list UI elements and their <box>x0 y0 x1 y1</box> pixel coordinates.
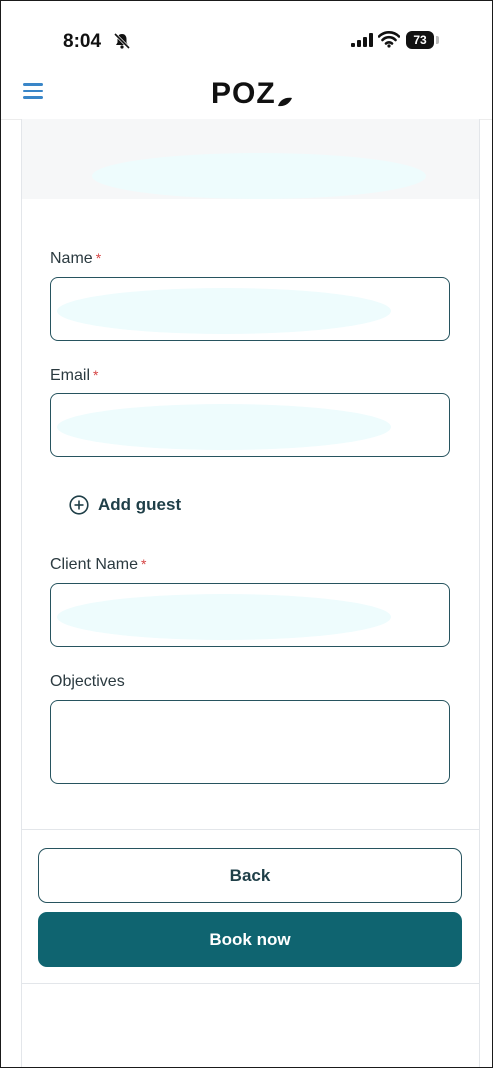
status-bar: 8:04 73 <box>1 1 492 63</box>
status-time: 8:04 <box>63 31 102 52</box>
battery-icon: 73 <box>406 31 440 49</box>
leaf-icon <box>277 97 292 107</box>
client-name-input[interactable] <box>50 583 450 647</box>
add-guest-label: Add guest <box>98 495 182 514</box>
name-input[interactable] <box>50 277 450 341</box>
client-name-label: Client Name * <box>50 556 147 573</box>
divider <box>22 983 479 984</box>
required-mark: * <box>95 250 102 266</box>
cellular-signal-icon <box>351 33 373 47</box>
back-button[interactable]: Back <box>38 848 462 903</box>
objectives-label: Objectives <box>50 673 125 690</box>
banner <box>22 119 479 199</box>
redacted-value <box>57 288 391 334</box>
required-mark: * <box>93 367 99 383</box>
booking-form-panel: Name * Email * Add guest Client Name * O… <box>21 119 480 1067</box>
add-guest-button[interactable]: Add guest <box>69 491 181 519</box>
email-input[interactable] <box>50 393 450 457</box>
logo-text: POZ <box>211 77 276 110</box>
redacted-text <box>92 153 426 199</box>
book-now-button[interactable]: Book now <box>38 912 462 967</box>
redacted-value <box>57 594 391 640</box>
objectives-textarea[interactable] <box>50 700 450 784</box>
bell-slash-icon <box>113 32 131 50</box>
redacted-value <box>57 404 391 450</box>
plus-circle-icon <box>69 495 89 515</box>
hamburger-menu-icon[interactable] <box>23 83 43 99</box>
wifi-icon <box>378 31 400 48</box>
required-mark: * <box>141 556 147 572</box>
battery-level: 73 <box>406 31 434 49</box>
phone-screen: 8:04 73 POZ Name * Email * Add guest Cli… <box>0 0 493 1068</box>
divider <box>22 829 479 830</box>
app-header: POZ <box>1 63 492 120</box>
name-label: Name * <box>50 250 102 267</box>
logo[interactable]: POZ <box>211 75 292 111</box>
email-label: Email * <box>50 367 99 384</box>
